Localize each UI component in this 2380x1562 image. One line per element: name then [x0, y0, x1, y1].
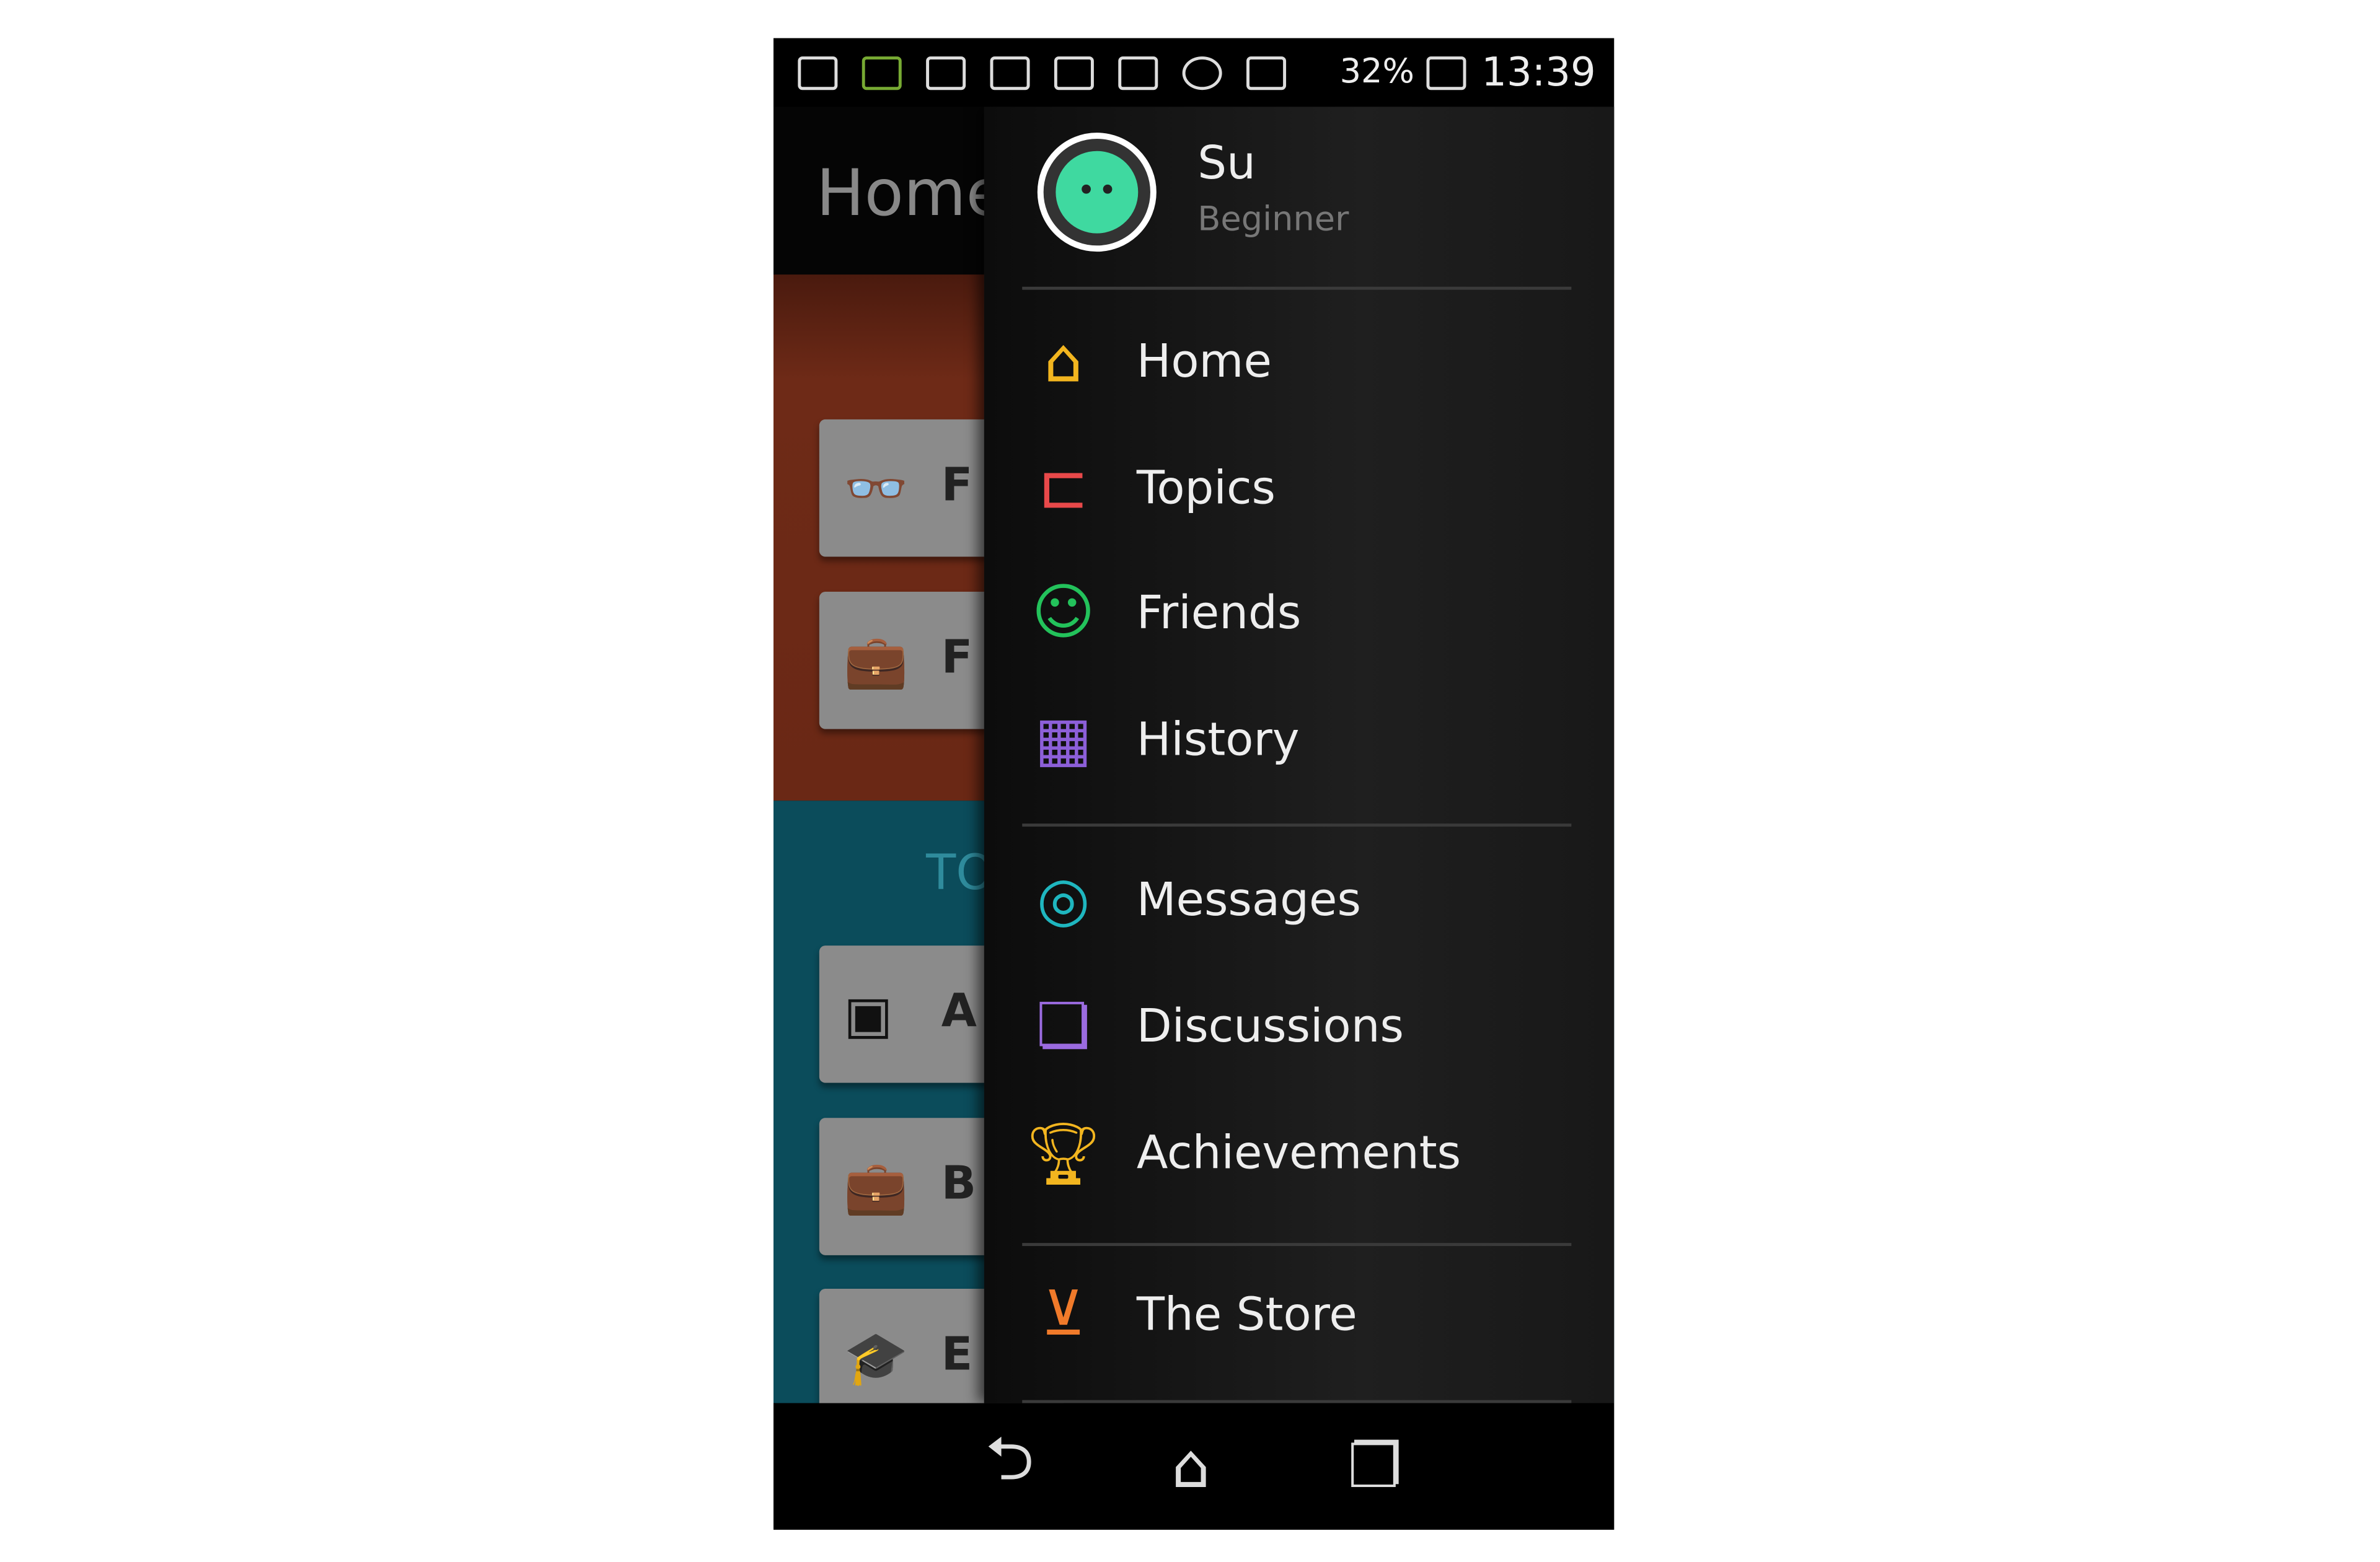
drawer-item-history[interactable]: ▦ History [1015, 687, 1594, 793]
frame-icon: ▣ [844, 985, 893, 1046]
bluetooth-off-icon [1118, 55, 1158, 89]
battery-percent: 32% [1339, 53, 1414, 92]
drawer-item-label: Home [1136, 335, 1272, 388]
drawer-item-label: History [1136, 713, 1300, 766]
status-bar: 32% 13:39 [774, 38, 1614, 107]
graduation-cap-icon: 🎓 [844, 1328, 909, 1390]
image-icon [926, 55, 966, 89]
drawer-item-friends[interactable]: ☺ Friends [1015, 559, 1594, 666]
home-icon: ⌂ [1044, 326, 1083, 397]
card-label: B [941, 1157, 977, 1211]
dog-avatar-icon [1056, 151, 1139, 234]
drawer-item-label: Discussions [1136, 999, 1404, 1053]
drawer-item-achievements[interactable]: 🏆︎ Achievements [1015, 1100, 1594, 1206]
drawer-item-label: Topics [1136, 461, 1276, 515]
drawer-item-label: Friends [1136, 586, 1302, 640]
drawer-item-messages[interactable]: ◎ Messages [1015, 846, 1594, 953]
drawer-item-discussions[interactable]: ❏ Discussions [1015, 973, 1594, 1079]
notification-icon [862, 55, 902, 89]
page-title: Home [816, 156, 1006, 230]
drawer-item-store[interactable]: ⊻ The Store [1015, 1261, 1594, 1368]
alarm-icon [1182, 55, 1222, 89]
shield-icon [1054, 55, 1094, 89]
divider [1022, 286, 1572, 290]
drawer-item-label: Messages [1136, 873, 1361, 927]
divider [1022, 1243, 1572, 1247]
clock: 13:39 [1481, 49, 1596, 95]
system-nav-bar: ⮌ ⌂ ❐ [773, 1403, 1615, 1530]
navigation-drawer: Su Beginner ⌂ Home ⊏ Topics ☺ Friends ▦ Hist… [984, 107, 1615, 1403]
card-label: E [941, 1328, 973, 1382]
mortar-pestle-icon: ⊻ [1041, 1279, 1086, 1350]
avatar[interactable] [1037, 133, 1157, 252]
home-icon[interactable]: ⌂ [1171, 1431, 1210, 1501]
card-label: F [941, 459, 973, 513]
chat-bubbles-icon: ❏ [1036, 991, 1091, 1062]
wifi-icon [1246, 55, 1287, 89]
user-name: Su [1197, 137, 1256, 191]
briefcase-icon: 💼 [844, 1157, 909, 1219]
briefcase-icon: 💼 [844, 631, 909, 693]
calendar-icon: ▦ [1034, 704, 1093, 775]
usb-icon [798, 55, 838, 89]
hi-bubble-icon: ◎ [1036, 864, 1090, 935]
drawer-item-label: The Store [1136, 1288, 1357, 1341]
recent-apps-icon[interactable]: ❐ [1347, 1431, 1402, 1501]
phone-screen: 32% 13:39 Home 👓 F 💼 F TO ▣ A 💼 B 🎓 E Su Begi… [773, 38, 1615, 1530]
battery-icon [1426, 55, 1466, 89]
card-label: A [941, 985, 977, 1039]
trophy-icon: 🏆︎ [1025, 1118, 1103, 1189]
card-label: F [941, 631, 973, 685]
smiley-icon: ☺ [1031, 577, 1095, 649]
back-icon[interactable]: ⮌ [985, 1415, 1034, 1518]
divider [1022, 823, 1572, 827]
glasses-icon: 👓 [844, 459, 909, 520]
drawer-item-topics[interactable]: ⊏ Topics [1015, 435, 1594, 542]
nfc-icon [990, 55, 1030, 89]
topics-tree-icon: ⊏ [1038, 453, 1089, 524]
drawer-item-label: Achievements [1136, 1126, 1461, 1180]
drawer-item-home[interactable]: ⌂ Home [1015, 308, 1594, 415]
user-level: Beginner [1197, 201, 1349, 240]
